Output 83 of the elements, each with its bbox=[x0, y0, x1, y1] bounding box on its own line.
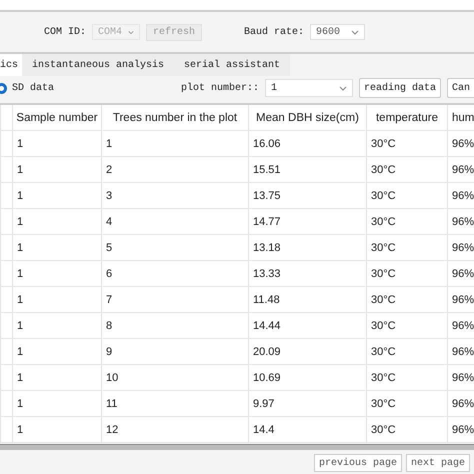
table-cell: 8 bbox=[106, 320, 112, 332]
column-header[interactable]: Mean DBH size(cm) bbox=[256, 112, 359, 124]
table-cell: 10 bbox=[106, 372, 118, 384]
table-cell: 30°C bbox=[371, 372, 396, 384]
plot-number-dropdown[interactable]: 1 bbox=[264, 79, 353, 97]
table-cell: 96% bbox=[452, 242, 474, 254]
table-cell: 96% bbox=[452, 268, 474, 280]
table-cell: 1 bbox=[17, 216, 24, 228]
table-cell: 9 bbox=[106, 346, 112, 358]
table-cell: 1 bbox=[17, 164, 24, 176]
table-cell: 13.75 bbox=[253, 190, 281, 202]
baud-rate-dropdown[interactable]: 9600 bbox=[310, 24, 366, 40]
table-cell: 1 bbox=[17, 346, 24, 358]
table-cell: 30°C bbox=[371, 242, 396, 254]
scroll-bar[interactable] bbox=[0, 444, 474, 450]
caret-icon bbox=[351, 30, 360, 34]
data-label: data bbox=[30, 82, 54, 94]
table-cell: 30°C bbox=[371, 190, 396, 202]
column-header[interactable]: temperature bbox=[376, 112, 438, 124]
table-cell: 16.06 bbox=[253, 138, 281, 150]
table-cell: 1 bbox=[17, 268, 24, 280]
table-cell: 1 bbox=[17, 372, 24, 384]
com-id-label: COM ID: bbox=[44, 26, 86, 38]
caret-icon bbox=[338, 86, 347, 90]
table-cell: 9.97 bbox=[253, 398, 274, 410]
table-cell: 96% bbox=[452, 164, 474, 176]
table-cell: 96% bbox=[452, 398, 474, 410]
table-cell: 10.69 bbox=[253, 372, 281, 384]
cut-off-button[interactable]: Can bbox=[446, 78, 474, 98]
table-cell: 11 bbox=[106, 398, 118, 410]
baud-rate-label: Baud rate: bbox=[244, 26, 304, 38]
table-cell: 96% bbox=[452, 320, 474, 332]
plot-number-label: plot number:: bbox=[180, 82, 259, 94]
table-cell: 30°C bbox=[371, 138, 396, 150]
table-cell: 96% bbox=[452, 190, 474, 202]
table-cell: 30°C bbox=[371, 164, 396, 176]
table-cell: 30°C bbox=[371, 268, 396, 280]
table-cell: 1 bbox=[17, 138, 24, 150]
table-cell: 13.33 bbox=[253, 268, 281, 280]
table-cell: 15.51 bbox=[253, 164, 281, 176]
table-cell: 30°C bbox=[371, 320, 396, 332]
table-cell: 1 bbox=[17, 242, 24, 254]
table-cell: 30°C bbox=[371, 216, 396, 228]
table-cell: 1 bbox=[17, 294, 24, 306]
table-cell: 96% bbox=[452, 216, 474, 228]
table-cell: 4 bbox=[106, 216, 112, 228]
table-cell: 14.44 bbox=[253, 320, 281, 332]
table-cell: 2 bbox=[106, 164, 112, 176]
column-header[interactable]: hum bbox=[452, 112, 474, 124]
table-cell: 96% bbox=[452, 294, 474, 306]
table-cell: 30°C bbox=[371, 346, 396, 358]
table-cell: 1 bbox=[17, 320, 24, 332]
table-cell: 96% bbox=[452, 372, 474, 384]
table-cell: 1 bbox=[106, 138, 112, 150]
radio-label[interactable]: SD bbox=[12, 82, 24, 94]
reading-data-button[interactable]: reading data bbox=[358, 78, 441, 98]
table-cell: 1 bbox=[17, 424, 24, 436]
table-cell: 14.77 bbox=[253, 216, 281, 228]
table-cell: 30°C bbox=[371, 398, 396, 410]
table-cell: 3 bbox=[106, 190, 112, 202]
table-cell: 13.18 bbox=[253, 242, 281, 254]
table-cell: 96% bbox=[452, 346, 474, 358]
tab[interactable]: serial assistant bbox=[174, 54, 290, 76]
table-cell: 5 bbox=[106, 242, 112, 254]
table-cell: 30°C bbox=[371, 424, 396, 436]
column-header[interactable]: Sample number bbox=[16, 112, 98, 124]
next-page-button[interactable]: next page bbox=[406, 454, 470, 472]
tab[interactable]: ics bbox=[0, 54, 22, 76]
table-cell: 14.4 bbox=[253, 424, 274, 436]
column-header[interactable]: Trees number in the plot bbox=[112, 112, 238, 124]
table-cell: 12 bbox=[106, 424, 118, 436]
table-cell: 11.48 bbox=[253, 294, 280, 306]
table-cell: 1 bbox=[17, 398, 24, 410]
caret-icon bbox=[128, 30, 134, 34]
table-cell: 30°C bbox=[371, 294, 396, 306]
tab[interactable]: instantaneous analysis bbox=[22, 54, 174, 76]
table-cell: 6 bbox=[106, 268, 112, 280]
table-cell: 96% bbox=[452, 138, 474, 150]
table-cell: 7 bbox=[106, 294, 112, 306]
table-cell: 20.09 bbox=[253, 346, 281, 358]
previous-page-button[interactable]: previous page bbox=[314, 454, 402, 472]
table-cell: 96% bbox=[452, 424, 474, 436]
table-cell: 1 bbox=[17, 190, 24, 202]
